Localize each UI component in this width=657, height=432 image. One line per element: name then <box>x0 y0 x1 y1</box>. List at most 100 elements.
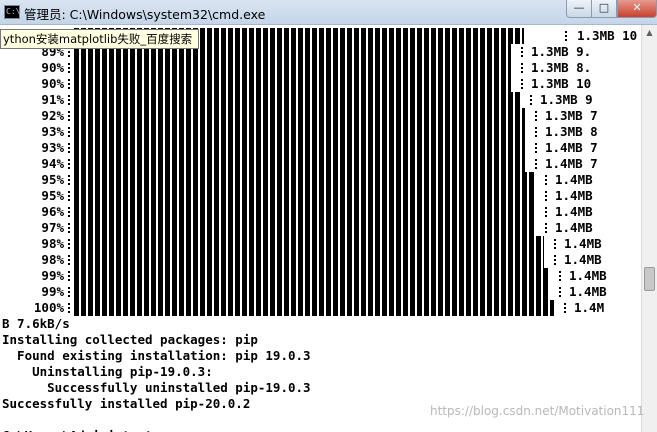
progress-percent: 90% <box>41 76 64 91</box>
progress-bar-end <box>564 303 566 313</box>
progress-bar <box>74 124 525 140</box>
progress-bar-start <box>68 95 70 105</box>
progress-bar-start <box>68 79 70 89</box>
progress-bar <box>74 76 511 92</box>
progress-bar-end <box>535 143 537 153</box>
watermark: https://blog.csdn.net/Motivation111 <box>430 404 645 418</box>
output-line: Successfully uninstalled pip-19.0.3 <box>2 380 311 395</box>
progress-percent: 92% <box>41 108 64 123</box>
output-line: Installing collected packages: pip <box>2 332 258 347</box>
progress-bar <box>74 220 535 236</box>
progress-row: 90% 1.3MB 10 <box>0 76 641 92</box>
console-scrollbar[interactable]: ▲ <box>641 25 657 432</box>
progress-percent: 93% <box>41 140 64 155</box>
progress-row: 91% 1.3MB 9 <box>0 92 641 108</box>
progress-bar-start <box>68 207 70 217</box>
progress-percent: 95% <box>41 172 64 187</box>
progress-row: 99% 1.4MB <box>0 284 641 300</box>
progress-bar-start <box>68 223 70 233</box>
progress-row: 90% 1.3MB 8. <box>0 60 641 76</box>
progress-row: 93% 1.3MB 8 <box>0 124 641 140</box>
progress-percent: 94% <box>41 156 64 171</box>
progress-bar <box>74 60 511 76</box>
progress-bar-start <box>68 175 70 185</box>
progress-bar-end <box>530 95 532 105</box>
progress-bar <box>74 172 535 188</box>
progress-bar-end <box>521 63 523 73</box>
close-button[interactable]: ✕ <box>617 0 657 18</box>
progress-size: 1.4M <box>574 300 605 315</box>
console-output[interactable]: 1.3MB 10 89% 1.3MB 9. 90% 1.3MB 8. 90% 1.3MB … <box>0 25 641 432</box>
progress-row: 97% 1.4MB <box>0 220 641 236</box>
progress-row: 98% 1.4MB <box>0 252 641 268</box>
progress-size: 1.4MB <box>555 172 593 187</box>
progress-row: 92% 1.3MB 7 <box>0 108 641 124</box>
progress-size: 1.4MB 7 <box>545 140 598 155</box>
browser-tab-tooltip: ython安装matplotlib失败_百度搜索 <box>0 29 200 49</box>
progress-bar <box>74 204 535 220</box>
progress-size: 1.3MB 7 <box>545 108 598 123</box>
progress-percent: 97% <box>41 220 64 235</box>
progress-bar-end <box>535 127 537 137</box>
progress-bar <box>74 140 525 156</box>
progress-size: 1.3MB 9 <box>540 92 593 107</box>
progress-bar <box>74 156 525 172</box>
progress-row: 96% 1.4MB <box>0 204 641 220</box>
progress-bar <box>74 92 520 108</box>
progress-size: 1.4MB <box>564 252 602 267</box>
progress-row: 98% 1.4MB <box>0 236 641 252</box>
minimize-button[interactable]: — <box>566 0 592 18</box>
progress-bar-end <box>554 239 556 249</box>
progress-bar-end <box>521 79 523 89</box>
progress-size: 1.3MB 8. <box>531 60 592 75</box>
progress-bar-end <box>559 287 561 297</box>
progress-size: 1.4MB <box>564 236 602 251</box>
progress-size: 1.4MB 7 <box>545 156 598 171</box>
progress-row: 100% 1.4M <box>0 300 641 316</box>
progress-bar-end <box>535 159 537 169</box>
progress-percent: 90% <box>41 60 64 75</box>
output-line: B 7.6kB/s <box>2 316 70 331</box>
progress-bar-start <box>68 287 70 297</box>
progress-bar-end <box>545 175 547 185</box>
window-title: 管理员: C:\Windows\system32\cmd.exe <box>24 7 266 22</box>
progress-percent: 91% <box>41 92 64 107</box>
maximize-button[interactable]: □ <box>591 0 617 18</box>
progress-bar-start <box>68 239 70 249</box>
progress-bar-end <box>554 255 556 265</box>
progress-bar <box>74 300 554 316</box>
progress-percent: 99% <box>41 284 64 299</box>
progress-percent: 98% <box>41 236 64 251</box>
progress-row: 94% 1.4MB 7 <box>0 156 641 172</box>
progress-bar <box>74 252 544 268</box>
progress-bar-start <box>68 143 70 153</box>
progress-bar-start <box>68 63 70 73</box>
progress-percent: 100% <box>33 300 64 315</box>
progress-size: 1.4MB <box>555 188 593 203</box>
progress-bar <box>74 236 544 252</box>
scroll-up-icon[interactable]: ▲ <box>642 25 657 41</box>
progress-bar-start <box>68 255 70 265</box>
progress-row: 95% 1.4MB <box>0 172 641 188</box>
progress-bar-start <box>68 127 70 137</box>
progress-percent: 99% <box>41 268 64 283</box>
progress-size: 1.3MB 10 <box>577 28 638 43</box>
progress-bar-end <box>559 271 561 281</box>
progress-bar-start <box>68 271 70 281</box>
command-prompt: C:\Users\Administrator> <box>2 428 175 432</box>
cmd-icon[interactable]: C:\ <box>4 5 20 19</box>
progress-bar-end <box>545 207 547 217</box>
scroll-thumb[interactable] <box>644 267 655 291</box>
progress-bar <box>74 188 535 204</box>
progress-size: 1.3MB 10 <box>531 76 592 91</box>
progress-size: 1.4MB <box>555 204 593 219</box>
progress-bar-start <box>68 191 70 201</box>
output-line: Successfully installed pip-20.0.2 <box>2 396 251 411</box>
progress-size: 1.3MB 9. <box>531 44 592 59</box>
progress-size: 1.4MB <box>555 220 593 235</box>
progress-size: 1.4MB <box>569 268 607 283</box>
progress-percent: 93% <box>41 124 64 139</box>
progress-bar <box>74 108 525 124</box>
progress-bar-start <box>68 159 70 169</box>
window-titlebar[interactable]: C:\ 管理员: C:\Windows\system32\cmd.exe — □… <box>0 0 657 25</box>
